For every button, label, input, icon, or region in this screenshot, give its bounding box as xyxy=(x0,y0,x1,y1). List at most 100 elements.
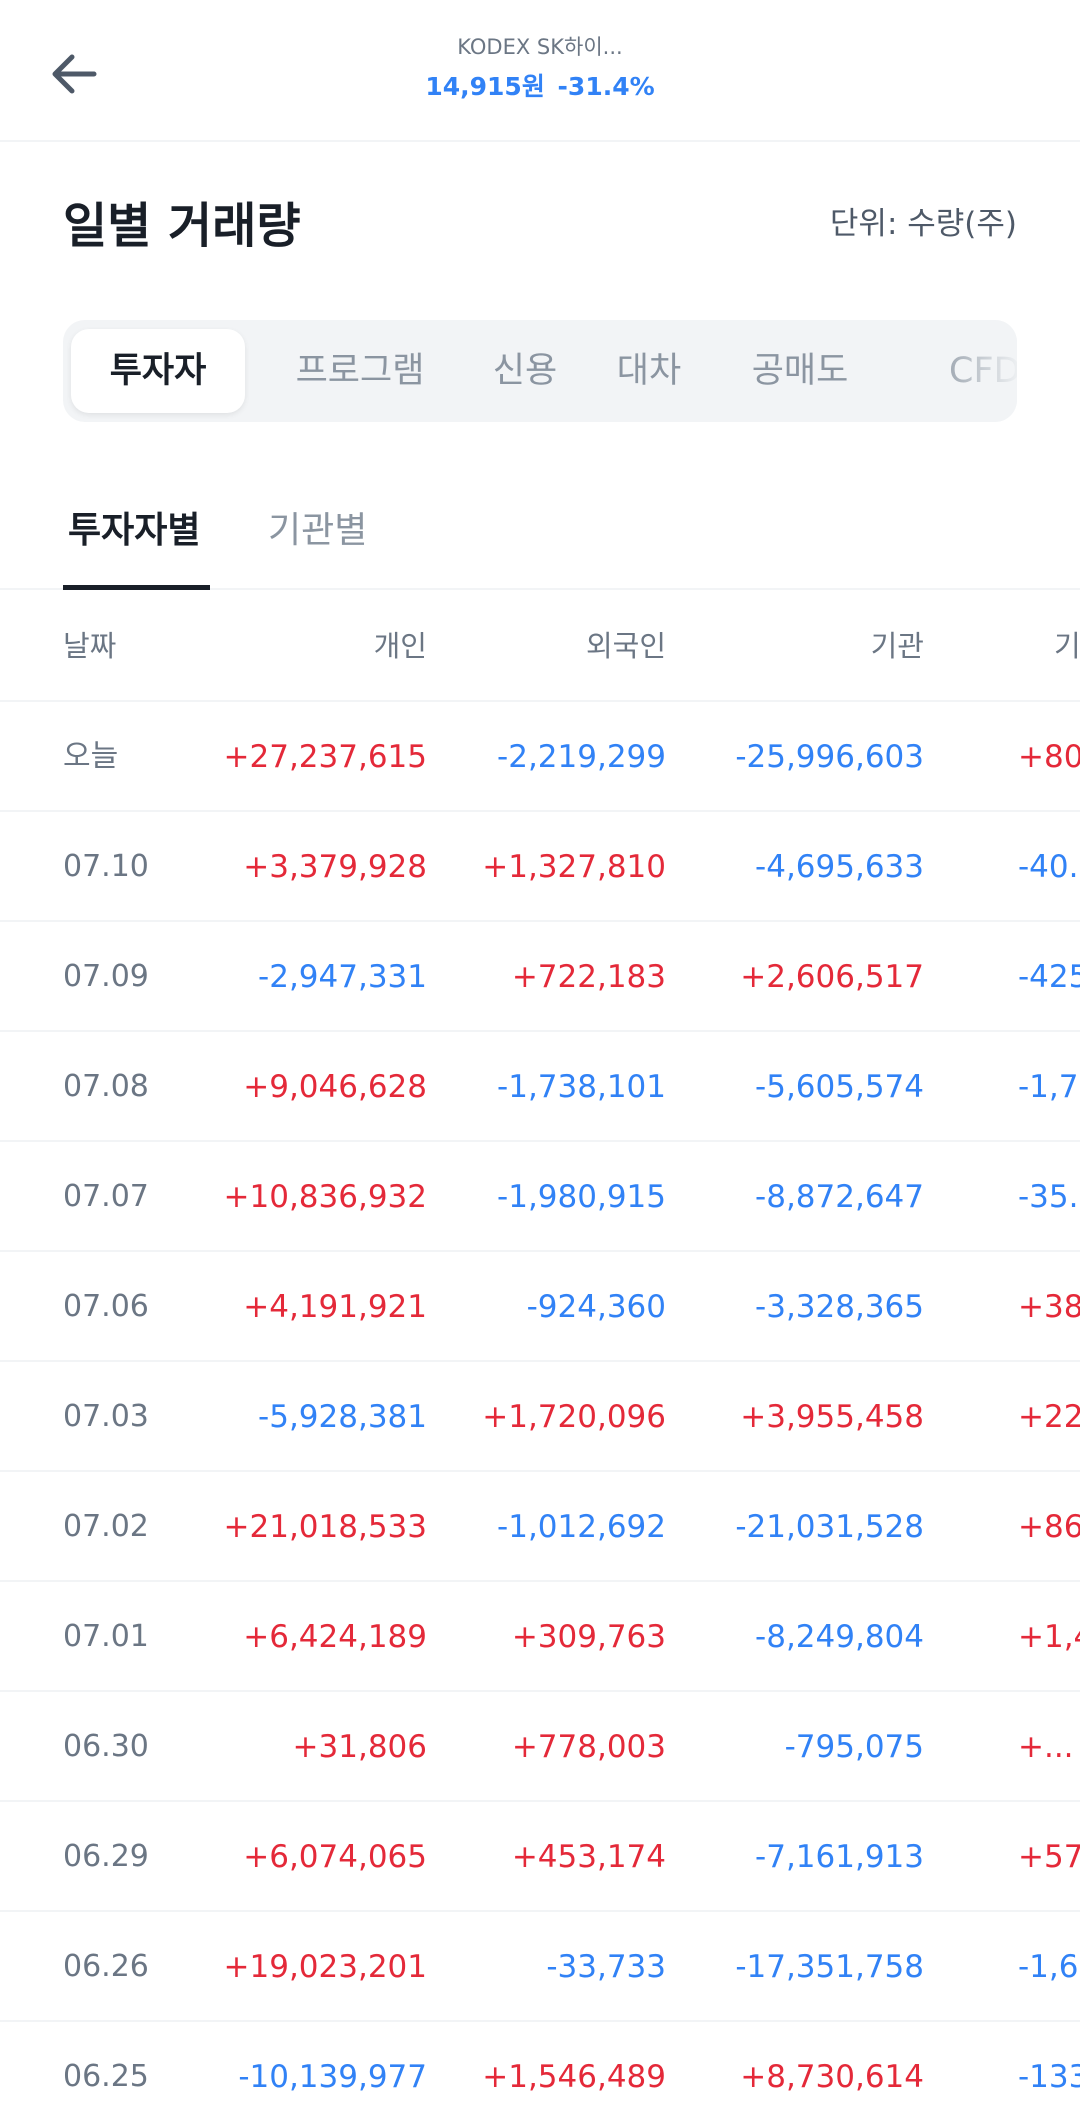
cell-individual: +3,379,928 xyxy=(243,849,427,885)
cell-individual: +21,018,533 xyxy=(223,1509,427,1545)
cell-foreign: -1,738,101 xyxy=(497,1069,666,1105)
cell-individual: +6,424,189 xyxy=(243,1619,427,1655)
cell-other: +574... xyxy=(1018,1839,1080,1875)
cell-individual: -2,947,331 xyxy=(258,959,427,995)
segment-cfd[interactable]: CFD xyxy=(949,329,1017,413)
table-row: 07.02 +21,018,533 -1,012,692 -21,031,528 +86… xyxy=(0,1472,1080,1582)
cell-individual: +10,836,932 xyxy=(223,1179,427,1215)
cell-foreign: +722,183 xyxy=(511,959,666,995)
cell-foreign: -924,360 xyxy=(526,1289,666,1325)
cell-foreign: +453,174 xyxy=(511,1839,666,1875)
cell-foreign: +1,327,810 xyxy=(482,849,666,885)
cell-institution: -795,075 xyxy=(784,1729,924,1765)
table-row: 07.03 -5,928,381 +1,720,096 +3,955,458 +227.… xyxy=(0,1362,1080,1472)
cell-individual: +27,237,615 xyxy=(223,739,427,775)
cell-date: 06.25 xyxy=(63,2059,149,2094)
cell-institution: -8,249,804 xyxy=(755,1619,924,1655)
cell-other: -40... xyxy=(1018,849,1080,885)
cell-individual: -5,928,381 xyxy=(258,1399,427,1435)
stock-price-line: 14,915원 -31.4% xyxy=(0,70,1080,104)
segment-program[interactable]: 프로그램 xyxy=(267,329,453,413)
cell-date: 07.10 xyxy=(63,849,149,884)
cell-other: +38... xyxy=(1018,1289,1080,1325)
cell-individual: +6,074,065 xyxy=(243,1839,427,1875)
cell-date: 07.02 xyxy=(63,1509,149,1544)
cell-other: +1,450... xyxy=(1018,1619,1080,1655)
cell-other: +... xyxy=(1018,1729,1074,1765)
segment-investor[interactable]: 투자자 xyxy=(71,329,245,413)
cell-date: 06.26 xyxy=(63,1949,149,1984)
cell-foreign: +1,720,096 xyxy=(482,1399,666,1435)
cell-foreign: +309,763 xyxy=(511,1619,666,1655)
cell-institution: -8,872,647 xyxy=(755,1179,924,1215)
cell-institution: -25,996,603 xyxy=(735,739,924,775)
stock-summary[interactable]: KODEX SK하이... 14,915원 -31.4% xyxy=(0,32,1080,104)
table-row: 07.07 +10,836,932 -1,980,915 -8,872,647 -35.… xyxy=(0,1142,1080,1252)
cell-other: -1,690... xyxy=(1018,1949,1080,1985)
column-header-other: 기타법인 xyxy=(1054,629,1080,663)
cell-other: -133... xyxy=(1018,2059,1080,2095)
cell-foreign: -1,012,692 xyxy=(497,1509,666,1545)
cell-institution: -3,328,365 xyxy=(755,1289,924,1325)
cell-institution: -4,695,633 xyxy=(755,849,924,885)
stock-change: -31.4% xyxy=(557,72,655,101)
segment-lending[interactable]: 대차 xyxy=(599,329,699,413)
table-row: 06.30 +31,806 +778,003 -795,075 +... xyxy=(0,1692,1080,1802)
cell-date: 07.01 xyxy=(63,1619,149,1654)
cell-date: 06.29 xyxy=(63,1839,149,1874)
tab-by-institution[interactable]: 기관별 xyxy=(268,506,367,556)
page-title: 일별 거래량 xyxy=(63,198,301,254)
table-row: 07.06 +4,191,921 -924,360 -3,328,365 +38... xyxy=(0,1252,1080,1362)
cell-institution: -5,605,574 xyxy=(755,1069,924,1105)
cell-other: +864... xyxy=(1018,1509,1080,1545)
sub-tabs: 투자자별 기관별 xyxy=(0,490,1080,590)
stock-price: 14,915원 xyxy=(425,72,545,101)
cell-date: 07.08 xyxy=(63,1069,149,1104)
stock-name: KODEX SK하이... xyxy=(457,35,623,59)
cell-institution: -17,351,758 xyxy=(735,1949,924,1985)
column-header-foreign: 외국인 xyxy=(585,629,666,663)
top-bar: KODEX SK하이... 14,915원 -31.4% xyxy=(0,0,1080,142)
table-row: 06.26 +19,023,201 -33,733 -17,351,758 -1,690… xyxy=(0,1912,1080,2022)
cell-date: 오늘 xyxy=(63,739,119,774)
trading-volume-table: 오늘 +27,237,615 -2,219,299 -25,996,603 +809,.… xyxy=(0,702,1080,2115)
cell-individual: -10,139,977 xyxy=(238,2059,427,2095)
cell-other: -1,702... xyxy=(1018,1069,1080,1105)
cell-other: -35... xyxy=(1018,1179,1080,1215)
cell-individual: +19,023,201 xyxy=(223,1949,427,1985)
table-row: 07.09 -2,947,331 +722,183 +2,606,517 -425... xyxy=(0,922,1080,1032)
cell-date: 07.06 xyxy=(63,1289,149,1324)
cell-other: +809,... xyxy=(1018,739,1080,775)
table-row: 06.25 -10,139,977 +1,546,489 +8,730,614 -133… xyxy=(0,2022,1080,2115)
cell-date: 06.30 xyxy=(63,1729,149,1764)
cell-individual: +9,046,628 xyxy=(243,1069,427,1105)
cell-institution: +8,730,614 xyxy=(740,2059,924,2095)
cell-individual: +31,806 xyxy=(292,1729,427,1765)
column-header-individual: 개인 xyxy=(373,629,427,663)
cell-other: +227... xyxy=(1018,1399,1080,1435)
cell-individual: +4,191,921 xyxy=(243,1289,427,1325)
table-row: 07.01 +6,424,189 +309,763 -8,249,804 +1,450.… xyxy=(0,1582,1080,1692)
table-row: 07.10 +3,379,928 +1,327,810 -4,695,633 -40..… xyxy=(0,812,1080,922)
cell-other: -425... xyxy=(1018,959,1080,995)
tab-by-investor[interactable]: 투자자별 xyxy=(68,506,200,556)
cell-foreign: +1,546,489 xyxy=(482,2059,666,2095)
segment-credit[interactable]: 신용 xyxy=(475,329,575,413)
segment-short-selling[interactable]: 공매도 xyxy=(725,329,875,413)
cell-institution: -7,161,913 xyxy=(755,1839,924,1875)
cell-foreign: +778,003 xyxy=(511,1729,666,1765)
unit-label: 단위: 수량(주) xyxy=(829,206,1017,242)
category-segmented-control: 투자자 프로그램 신용 대차 공매도 CFD xyxy=(63,320,1017,422)
cell-foreign: -1,980,915 xyxy=(497,1179,666,1215)
cell-foreign: -2,219,299 xyxy=(497,739,666,775)
cell-date: 07.09 xyxy=(63,959,149,994)
column-header-institution: 기관 xyxy=(870,629,924,663)
cell-date: 07.07 xyxy=(63,1179,149,1214)
cell-foreign: -33,733 xyxy=(546,1949,666,1985)
table-row: 오늘 +27,237,615 -2,219,299 -25,996,603 +809,.… xyxy=(0,702,1080,812)
table-row: 07.08 +9,046,628 -1,738,101 -5,605,574 -1,70… xyxy=(0,1032,1080,1142)
cell-date: 07.03 xyxy=(63,1399,149,1434)
cell-institution: +2,606,517 xyxy=(740,959,924,995)
column-header-date: 날짜 xyxy=(63,629,117,663)
cell-institution: -21,031,528 xyxy=(735,1509,924,1545)
